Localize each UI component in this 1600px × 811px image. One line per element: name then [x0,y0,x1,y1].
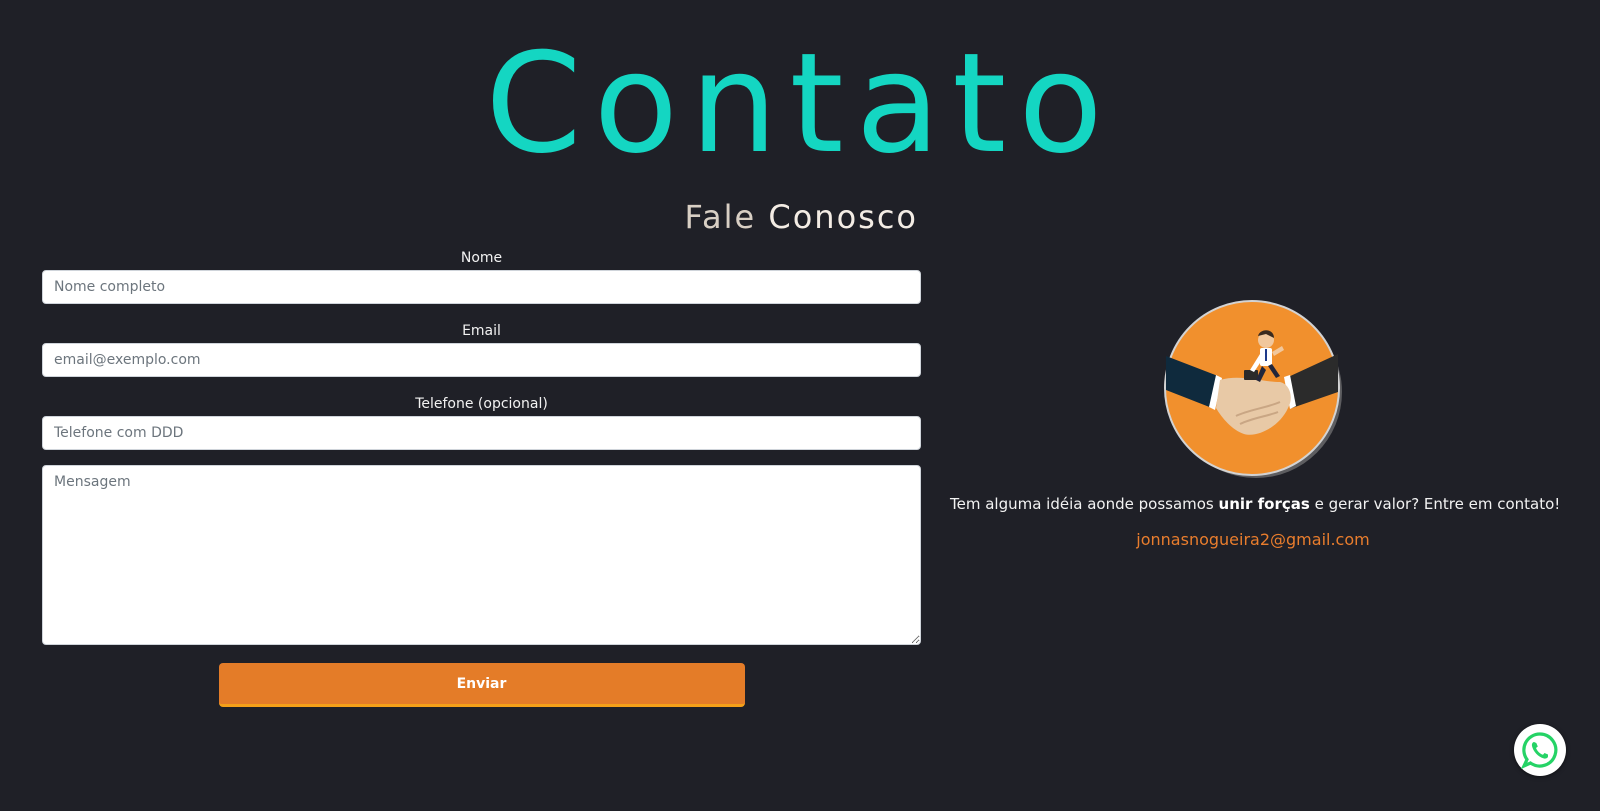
page-title: Contato [485,23,1115,184]
subtitle-strong: Conosco [768,198,918,236]
contact-form: Nome Email Telefone (opcional) Enviar [42,246,921,707]
email-label: Email [462,323,501,339]
message-textarea[interactable] [42,465,921,645]
subtitle: Fale Conosco [685,198,918,236]
handshake-illustration-icon [1164,300,1342,478]
invite-text-end: e gerar valor? Entre em contato! [1309,495,1561,513]
phone-input[interactable] [42,416,921,450]
invite-text-bold: unir forças [1218,495,1310,513]
name-label: Nome [460,250,503,266]
phone-label: Telefone (opcional) [415,396,548,412]
whatsapp-button[interactable] [1514,724,1566,776]
contact-page: Contato Fale Conosco Nome Email Telefone… [0,0,1600,811]
email-link[interactable]: jonnasnogueira2@gmail.com [1136,530,1369,549]
subtitle-thin: Fale [684,198,757,236]
contact-info: Tem alguma idéia aonde possamos unir for… [950,298,1560,549]
name-input[interactable] [42,270,921,304]
send-button[interactable]: Enviar [218,663,745,707]
whatsapp-icon [1521,732,1558,769]
email-input[interactable] [42,343,921,377]
invite-text-start: Tem alguma idéia aonde possamos [950,495,1219,513]
invite-text: Tem alguma idéia aonde possamos unir for… [950,492,1560,516]
